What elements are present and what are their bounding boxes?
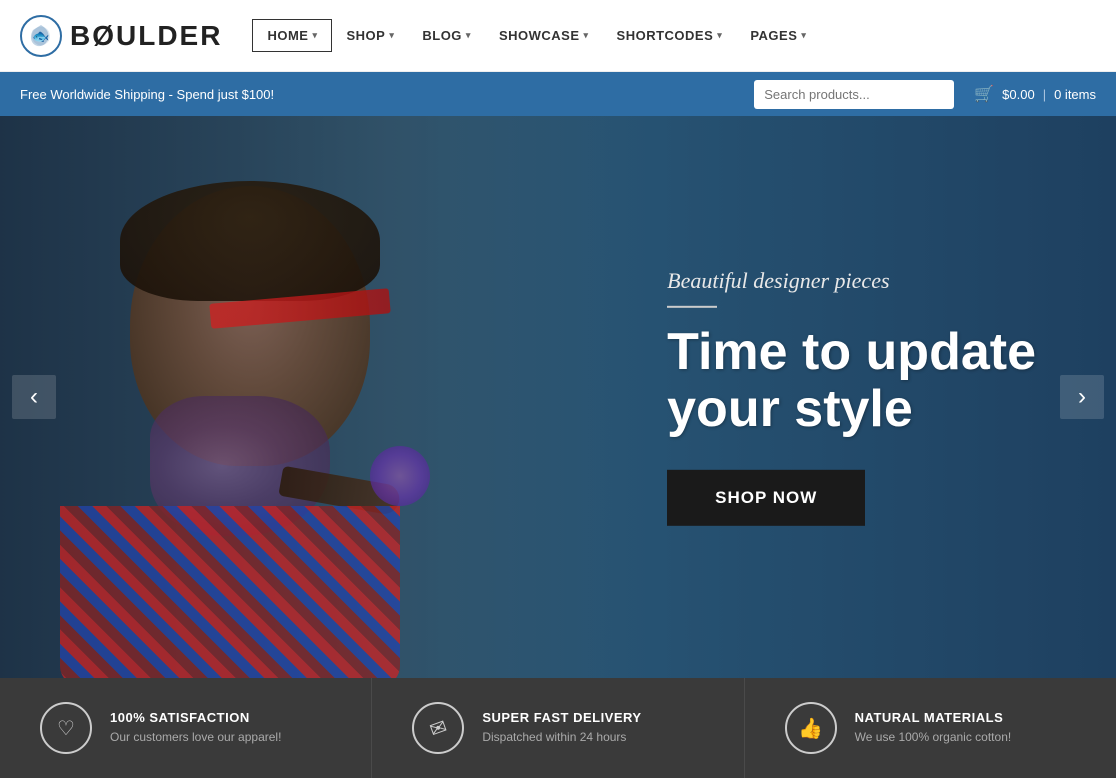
- promo-message: Free Worldwide Shipping - Spend just $10…: [20, 87, 274, 102]
- promo-right: 🛒 $0.00 | 0 items: [754, 80, 1096, 109]
- nav-blog[interactable]: BLOG ▾: [408, 20, 485, 51]
- feature-satisfaction: ♡ 100% SATISFACTION Our customers love o…: [0, 678, 372, 778]
- materials-icon-circle: 👍: [785, 702, 837, 754]
- features-bar: ♡ 100% SATISFACTION Our customers love o…: [0, 678, 1116, 778]
- chevron-down-icon: ▾: [717, 30, 722, 41]
- hero-section: Beautiful designer pieces Time to update…: [0, 116, 1116, 678]
- logo-text: BØULDER: [70, 20, 222, 52]
- feature-delivery: ✉ SUPER FAST DELIVERY Dispatched within …: [372, 678, 744, 778]
- feature-delivery-title: SUPER FAST DELIVERY: [482, 710, 641, 725]
- logo[interactable]: 🐟 BØULDER: [20, 15, 222, 57]
- search-box[interactable]: [754, 80, 954, 109]
- thumbsup-icon: 👍: [798, 716, 823, 741]
- feature-satisfaction-title: 100% SATISFACTION: [110, 710, 281, 725]
- cart-area[interactable]: 🛒 $0.00 | 0 items: [974, 84, 1096, 104]
- site-header: 🐟 BØULDER HOME ▾ SHOP ▾ BLOG ▾ SHOWCASE …: [0, 0, 1116, 72]
- svg-text:🐟: 🐟: [32, 28, 49, 44]
- search-button[interactable]: [950, 80, 954, 109]
- feature-materials: 👍 NATURAL MATERIALS We use 100% organic …: [745, 678, 1116, 778]
- cart-item-count: 0 items: [1054, 87, 1096, 102]
- nav-home[interactable]: HOME ▾: [252, 19, 332, 52]
- cart-amount: $0.00: [1002, 87, 1035, 102]
- feature-materials-title: NATURAL MATERIALS: [855, 710, 1012, 725]
- nav-pages[interactable]: PAGES ▾: [736, 20, 820, 51]
- hero-subtitle: Beautiful designer pieces: [667, 268, 1036, 294]
- chevron-down-icon: ▾: [584, 30, 589, 41]
- shop-now-button[interactable]: Shop Now: [667, 470, 865, 526]
- main-nav: HOME ▾ SHOP ▾ BLOG ▾ SHOWCASE ▾ SHORTCOD…: [252, 19, 1096, 52]
- nav-shortcodes[interactable]: SHORTCODES ▾: [603, 20, 737, 51]
- next-arrow-icon: ›: [1078, 383, 1086, 411]
- send-icon: ✉: [426, 713, 450, 742]
- feature-materials-desc: We use 100% organic cotton!: [855, 729, 1012, 746]
- cart-icon: 🛒: [974, 84, 994, 104]
- chevron-down-icon: ▾: [389, 30, 394, 41]
- promo-bar: Free Worldwide Shipping - Spend just $10…: [0, 72, 1116, 116]
- hero-title: Time to update your style: [667, 324, 1036, 438]
- slider-next-button[interactable]: ›: [1060, 375, 1104, 419]
- hero-content: Beautiful designer pieces Time to update…: [667, 268, 1036, 526]
- logo-icon: 🐟: [20, 15, 62, 57]
- delivery-icon-circle: ✉: [412, 702, 464, 754]
- heart-icon: ♡: [57, 716, 75, 741]
- prev-arrow-icon: ‹: [30, 383, 38, 411]
- chevron-down-icon: ▾: [312, 30, 317, 41]
- feature-satisfaction-desc: Our customers love our apparel!: [110, 729, 281, 746]
- nav-showcase[interactable]: SHOWCASE ▾: [485, 20, 603, 51]
- feature-delivery-desc: Dispatched within 24 hours: [482, 729, 641, 746]
- hero-person-area: [30, 176, 530, 676]
- search-input[interactable]: [754, 81, 950, 108]
- slider-prev-button[interactable]: ‹: [12, 375, 56, 419]
- chevron-down-icon: ▾: [466, 30, 471, 41]
- satisfaction-icon-circle: ♡: [40, 702, 92, 754]
- chevron-down-icon: ▾: [801, 30, 806, 41]
- nav-shop[interactable]: SHOP ▾: [332, 20, 408, 51]
- hero-divider: [667, 306, 717, 308]
